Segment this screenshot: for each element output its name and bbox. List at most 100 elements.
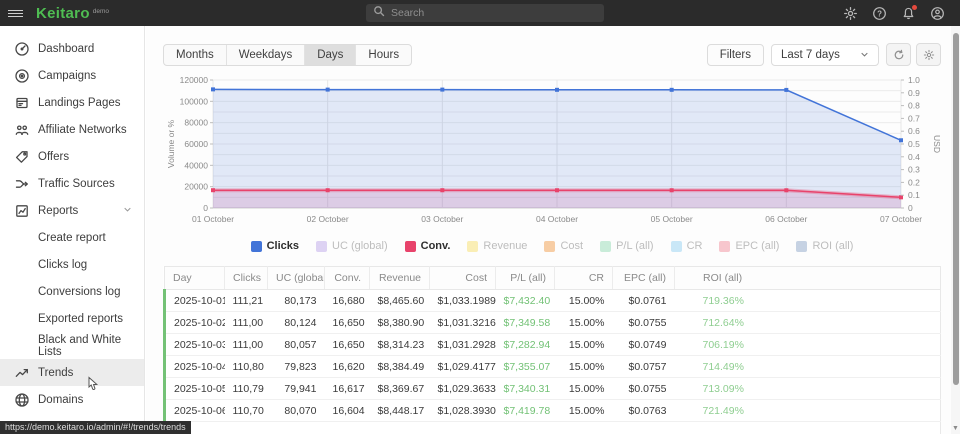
column-header-conv-[interactable]: Conv.	[325, 267, 370, 290]
table-row[interactable]	[165, 422, 941, 434]
column-header-cr[interactable]: CR	[555, 267, 613, 290]
sidebar-item-offers[interactable]: Offers	[0, 143, 144, 170]
legend-label: Clicks	[267, 240, 299, 252]
sidebar-item-create-report[interactable]: Create report	[0, 224, 144, 251]
settings-button[interactable]	[916, 43, 941, 66]
column-header-roi-all-[interactable]: ROI (all)	[675, 267, 941, 290]
legend-item-cost[interactable]: Cost	[544, 240, 583, 252]
table-row[interactable]: 2025-10-01111,2180,17316,680$8,465.60$1,…	[165, 290, 941, 312]
cell-clicks: 111,00	[225, 334, 268, 356]
date-range-value: Last 7 days	[781, 49, 840, 61]
legend-item-uc-global-[interactable]: UC (global)	[316, 240, 388, 252]
legend-label: EPC (all)	[735, 240, 779, 252]
cell-cr: 15.00%	[555, 312, 613, 334]
tab-months[interactable]: Months	[164, 45, 227, 65]
refresh-button[interactable]	[886, 43, 911, 66]
offers-icon	[14, 149, 30, 165]
settings-icon[interactable]	[842, 5, 859, 22]
cell-cr: 15.00%	[555, 334, 613, 356]
vertical-scrollbar[interactable]: ▼	[951, 26, 960, 434]
legend-item-epc-all-[interactable]: EPC (all)	[719, 240, 779, 252]
sidebar-item-dashboard[interactable]: Dashboard	[0, 35, 144, 62]
legend-color-swatch	[544, 241, 555, 252]
column-header-epc-all-[interactable]: EPC (all)	[613, 267, 675, 290]
cell-revenue	[370, 422, 430, 434]
sidebar-item-affiliate-networks[interactable]: Affiliate Networks	[0, 116, 144, 143]
column-header-uc-global-[interactable]: UC (global)	[268, 267, 325, 290]
cell-epc-all-	[613, 422, 675, 434]
sidebar-item-exported-reports[interactable]: Exported reports	[0, 305, 144, 332]
svg-text:0.4: 0.4	[908, 152, 920, 162]
table-row[interactable]: 2025-10-04110,8079,82316,620$8,384.49$1,…	[165, 356, 941, 378]
cell-day: 2025-10-05	[165, 378, 225, 400]
legend-label: Revenue	[483, 240, 527, 252]
cell-cost: $1,029.4177	[430, 356, 496, 378]
sidebar-item-clicks-log[interactable]: Clicks log	[0, 251, 144, 278]
cell-epc-all-: $0.0755	[613, 378, 675, 400]
sidebar-item-label: Clicks log	[38, 259, 87, 271]
cell-clicks: 110,80	[225, 356, 268, 378]
sidebar-item-label: Conversions log	[38, 286, 120, 298]
cell-cost: $1,033.1989	[430, 290, 496, 312]
scrollbar-thumb[interactable]	[953, 33, 959, 385]
tab-hours[interactable]: Hours	[356, 45, 411, 65]
menu-icon[interactable]	[0, 0, 30, 26]
app-logo[interactable]: Keitaro demo	[36, 5, 109, 22]
chevron-down-icon	[123, 205, 132, 217]
account-icon[interactable]	[929, 5, 946, 22]
legend-label: Conv.	[421, 240, 451, 252]
cell-uc-global-: 80,124	[268, 312, 325, 334]
sidebar-item-label: Landings Pages	[38, 97, 120, 109]
help-icon[interactable]: ?	[871, 5, 888, 22]
legend-item-cr[interactable]: CR	[671, 240, 703, 252]
notifications-icon[interactable]	[900, 5, 917, 22]
cell-epc-all-: $0.0749	[613, 334, 675, 356]
traffic-icon	[14, 176, 30, 192]
sidebar-item-black-and-white-lists[interactable]: Black and White Lists	[0, 332, 144, 359]
legend-item-conv-[interactable]: Conv.	[405, 240, 451, 252]
legend-item-p-l-all-[interactable]: P/L (all)	[600, 240, 654, 252]
tab-weekdays[interactable]: Weekdays	[227, 45, 305, 65]
chevron-down-icon	[860, 50, 869, 59]
sidebar-item-traffic-sources[interactable]: Traffic Sources	[0, 170, 144, 197]
cell-revenue: $8,380.90	[370, 312, 430, 334]
cell-epc-all-: $0.0763	[613, 400, 675, 422]
campaigns-icon	[14, 68, 30, 84]
cell-day: 2025-10-01	[165, 290, 225, 312]
period-tabs: MonthsWeekdaysDaysHours	[163, 44, 412, 66]
table-row[interactable]: 2025-10-05110,7979,94116,617$8,369.67$1,…	[165, 378, 941, 400]
affiliate-icon	[14, 122, 30, 138]
search-input[interactable]	[391, 7, 597, 19]
search-box[interactable]	[366, 4, 604, 22]
cell-cr: 15.00%	[555, 378, 613, 400]
sidebar-item-reports[interactable]: Reports	[0, 197, 144, 224]
column-header-p-l-all-[interactable]: P/L (all)	[496, 267, 555, 290]
sidebar-item-conversions-log[interactable]: Conversions log	[0, 278, 144, 305]
filters-button[interactable]: Filters	[707, 44, 764, 66]
tab-days[interactable]: Days	[305, 45, 356, 65]
column-header-revenue[interactable]: Revenue	[370, 267, 430, 290]
sidebar-item-trends[interactable]: Trends	[0, 359, 144, 386]
legend-item-roi-all-[interactable]: ROI (all)	[796, 240, 853, 252]
legend-item-revenue[interactable]: Revenue	[467, 240, 527, 252]
cell-epc-all-: $0.0757	[613, 356, 675, 378]
svg-text:0: 0	[908, 203, 913, 213]
legend-item-clicks[interactable]: Clicks	[251, 240, 299, 252]
table-row[interactable]: 2025-10-06110,7080,07016,604$8,448.17$1,…	[165, 400, 941, 422]
dashboard-icon	[14, 41, 30, 57]
legend-label: ROI (all)	[812, 240, 853, 252]
svg-text:80000: 80000	[184, 118, 208, 128]
scrollbar-down-arrow[interactable]: ▼	[951, 425, 960, 432]
cell-uc-global-: 79,941	[268, 378, 325, 400]
sidebar-item-campaigns[interactable]: Campaigns	[0, 62, 144, 89]
status-url-tooltip: https://demo.keitaro.io/admin/#!/trends/…	[0, 421, 191, 434]
column-header-cost[interactable]: Cost	[430, 267, 496, 290]
sidebar-item-landings-pages[interactable]: Landings Pages	[0, 89, 144, 116]
sidebar-item-domains[interactable]: Domains	[0, 386, 144, 413]
table-row[interactable]: 2025-10-02111,0080,12416,650$8,380.90$1,…	[165, 312, 941, 334]
table-row[interactable]: 2025-10-03111,0080,05716,650$8,314.23$1,…	[165, 334, 941, 356]
column-header-day[interactable]: Day	[165, 267, 225, 290]
date-range-select[interactable]: Last 7 days	[771, 44, 879, 66]
column-header-clicks[interactable]: Clicks	[225, 267, 268, 290]
trends-chart[interactable]: 02000040000600008000010000012000000.10.2…	[163, 72, 941, 236]
